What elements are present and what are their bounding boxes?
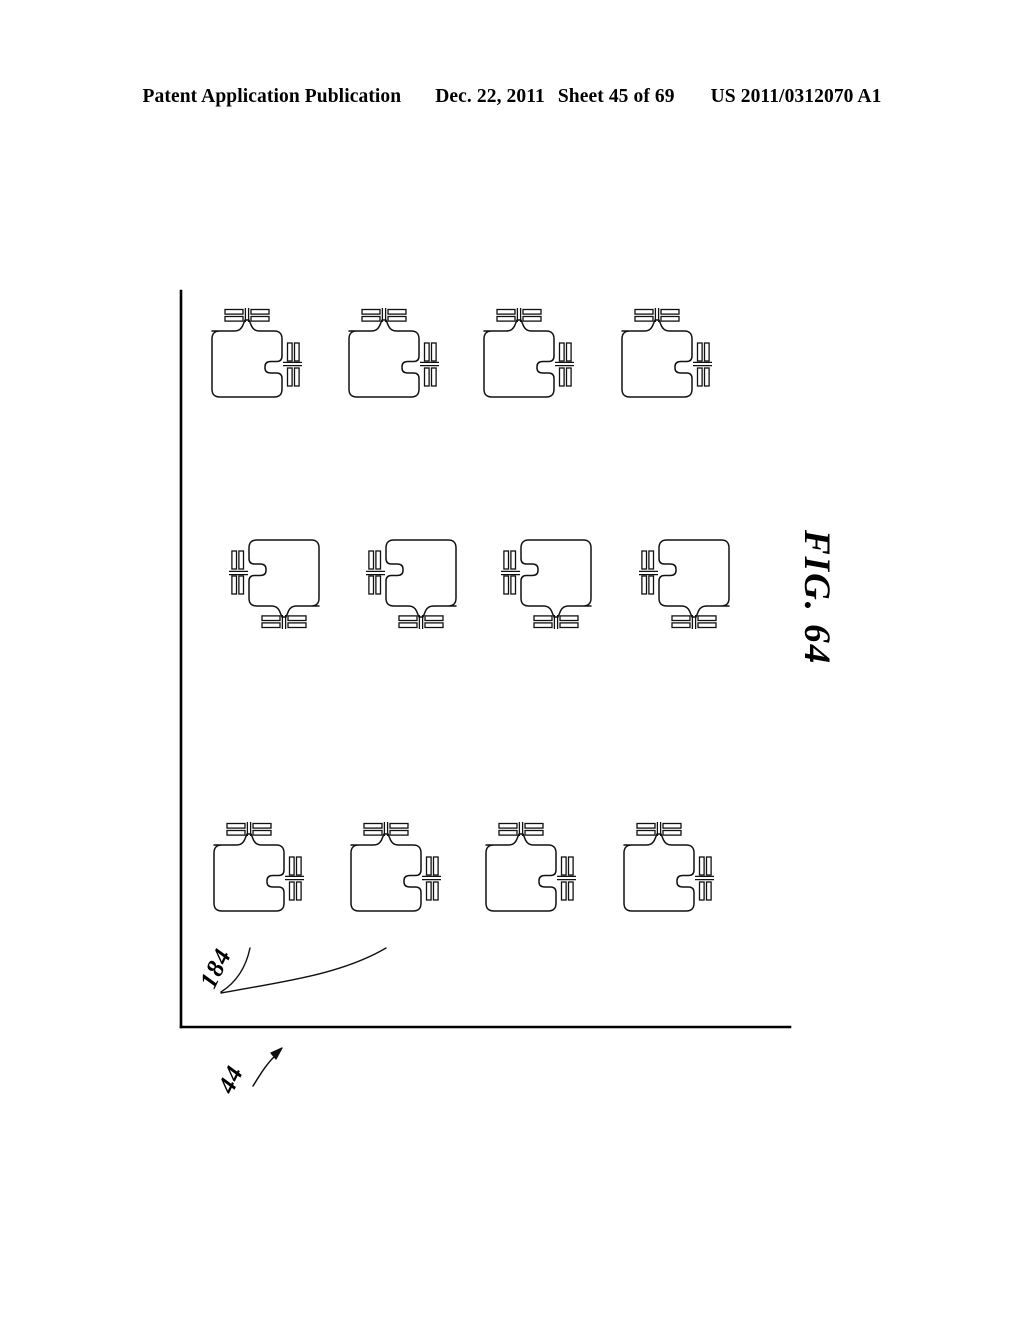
cell-row-3 bbox=[213, 821, 715, 912]
reference-number-44: 44 bbox=[213, 1062, 250, 1099]
chamber-cell bbox=[350, 821, 442, 912]
chamber-cell bbox=[621, 307, 713, 398]
cell-row-1 bbox=[211, 307, 713, 398]
chamber-cell bbox=[213, 821, 305, 912]
chamber-cell bbox=[211, 307, 303, 398]
figure-axes bbox=[179, 289, 792, 1029]
patent-figure: 184 44 bbox=[0, 0, 1024, 1320]
chamber-cell bbox=[348, 307, 440, 398]
chamber-cell bbox=[500, 539, 592, 630]
chamber-cell bbox=[483, 307, 575, 398]
chamber-cell bbox=[623, 821, 715, 912]
chamber-cell bbox=[365, 539, 457, 630]
chamber-cell bbox=[638, 539, 730, 630]
chamber-cell bbox=[485, 821, 577, 912]
reference-number-184: 184 bbox=[195, 944, 237, 992]
cell-row-2 bbox=[228, 539, 730, 630]
figure-label: FIG. 64 bbox=[796, 530, 837, 666]
reference-leader-44 bbox=[252, 1047, 283, 1087]
chamber-cell bbox=[228, 539, 320, 630]
reference-leader-184 bbox=[220, 947, 387, 994]
